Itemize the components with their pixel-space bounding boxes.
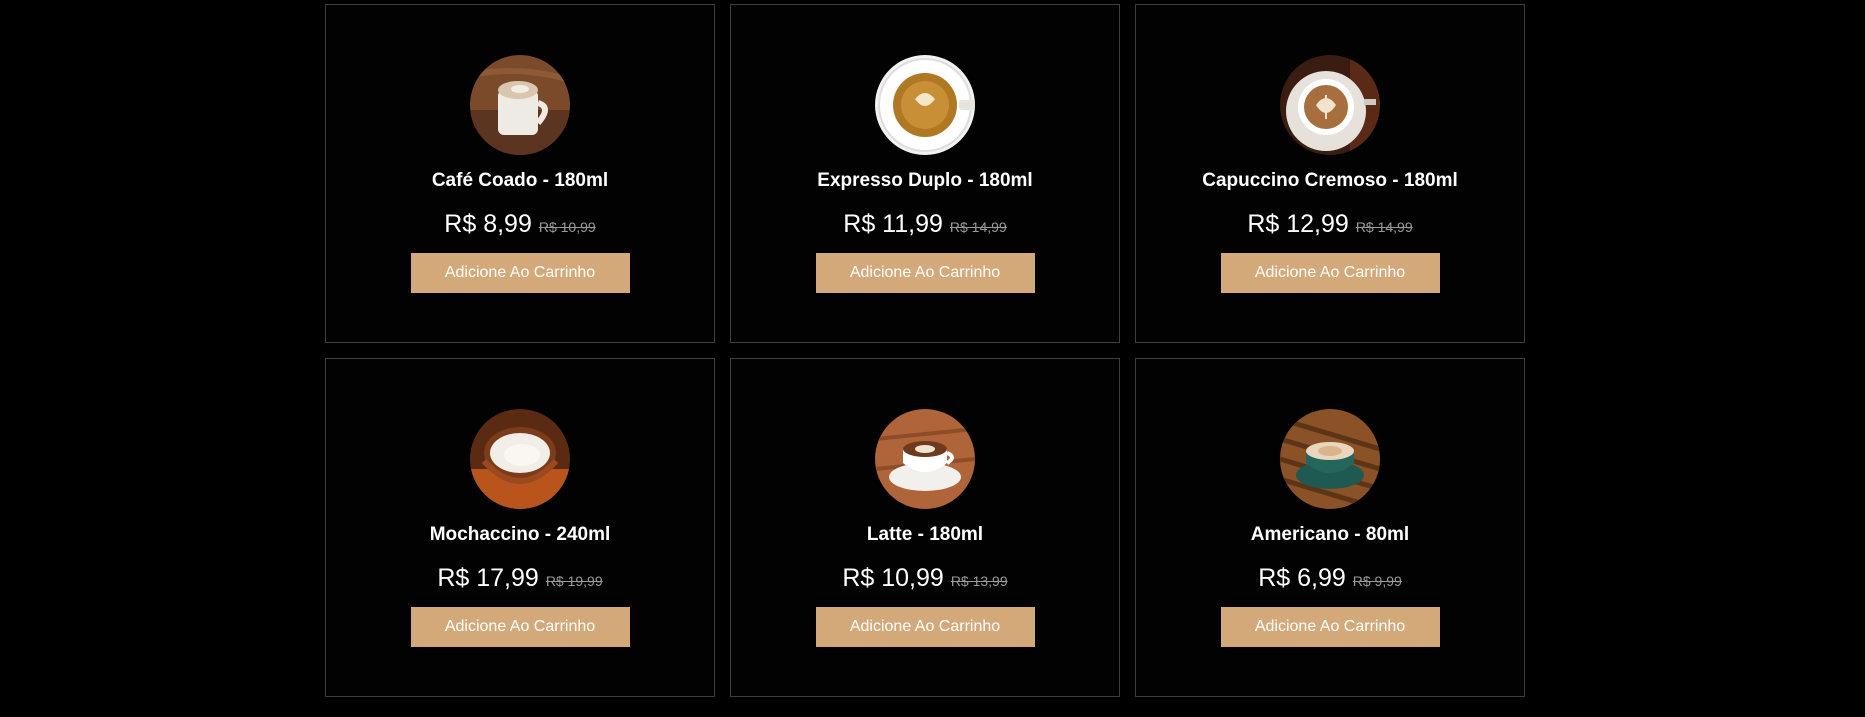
add-to-cart-button[interactable]: Adicione Ao Carrinho [815, 253, 1035, 293]
product-price: R$ 8,99 [444, 210, 532, 238]
add-to-cart-button[interactable]: Adicione Ao Carrinho [410, 253, 630, 293]
add-to-cart-button[interactable]: Adicione Ao Carrinho [815, 607, 1035, 647]
product-price: R$ 6,99 [1258, 564, 1346, 592]
product-old-price: R$ 9,99 [1352, 573, 1402, 589]
product-old-price: R$ 19,99 [545, 573, 603, 589]
product-name: Expresso Duplo - 180ml [817, 170, 1033, 191]
product-price: R$ 12,99 [1247, 210, 1349, 238]
product-card: Café Coado - 180ml R$ 8,99 R$ 10,99 Adic… [325, 4, 715, 343]
product-card: Latte - 180ml R$ 10,99 R$ 13,99 Adicione… [730, 358, 1120, 697]
product-price: R$ 17,99 [437, 564, 539, 592]
product-name: Café Coado - 180ml [431, 170, 609, 191]
product-name: Latte - 180ml [866, 524, 984, 545]
price-group: R$ 12,99 R$ 14,99 [1247, 209, 1412, 239]
product-old-price: R$ 10,99 [538, 219, 596, 235]
product-name: Capuccino Cremoso - 180ml [1202, 170, 1458, 191]
product-card: Mochaccino - 240ml R$ 17,99 R$ 19,99 Adi… [325, 358, 715, 697]
product-card: Capuccino Cremoso - 180ml R$ 12,99 R$ 14… [1135, 4, 1525, 343]
price-group: R$ 11,99 R$ 14,99 [843, 209, 1006, 239]
product-price: R$ 11,99 [843, 210, 943, 238]
price-group: R$ 8,99 R$ 10,99 [444, 209, 595, 239]
latte-cup-saucer-image [875, 409, 975, 509]
price-group: R$ 17,99 R$ 19,99 [437, 563, 602, 593]
coffee-mug-latte-art-image [470, 55, 570, 155]
product-old-price: R$ 14,99 [1355, 219, 1413, 235]
product-old-price: R$ 14,99 [949, 219, 1007, 235]
product-old-price: R$ 13,99 [950, 573, 1008, 589]
espresso-cup-top-view-image [875, 55, 975, 155]
product-name: Americano - 80ml [1250, 524, 1410, 545]
product-name: Mochaccino - 240ml [429, 524, 611, 545]
americano-green-cup-image [1280, 409, 1380, 509]
product-grid: Café Coado - 180ml R$ 8,99 R$ 10,99 Adic… [325, 4, 1526, 697]
product-price: R$ 10,99 [842, 564, 944, 592]
add-to-cart-button[interactable]: Adicione Ao Carrinho [410, 607, 630, 647]
add-to-cart-button[interactable]: Adicione Ao Carrinho [1220, 253, 1440, 293]
price-group: R$ 6,99 R$ 9,99 [1258, 563, 1402, 593]
add-to-cart-button[interactable]: Adicione Ao Carrinho [1220, 607, 1440, 647]
cappuccino-latte-art-image [1280, 55, 1380, 155]
mochaccino-glass-cup-image [470, 409, 570, 509]
price-group: R$ 10,99 R$ 13,99 [842, 563, 1007, 593]
product-card: Americano - 80ml R$ 6,99 R$ 9,99 Adicion… [1135, 358, 1525, 697]
product-card: Expresso Duplo - 180ml R$ 11,99 R$ 14,99… [730, 4, 1120, 343]
